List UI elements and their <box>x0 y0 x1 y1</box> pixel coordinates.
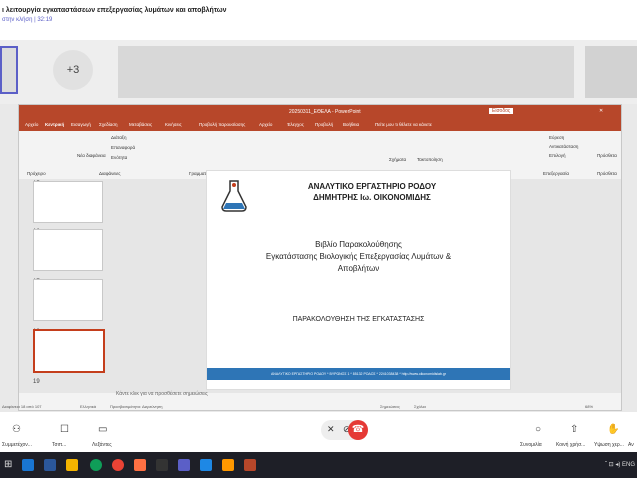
slide-counter: Διαφάνεια 18 από 107 <box>2 404 42 409</box>
section-button[interactable]: Ενότητα <box>111 155 127 160</box>
leave-call-button[interactable]: ☎ <box>348 420 368 440</box>
tab-design[interactable]: Σχεδίαση <box>99 122 118 127</box>
select-button[interactable]: Επιλογή <box>549 153 566 158</box>
slide-thumbnail[interactable] <box>33 181 103 223</box>
lab-logo-icon <box>219 179 249 213</box>
app2-icon[interactable] <box>222 459 234 471</box>
people-label: Συμμετέχον... <box>2 442 32 448</box>
zoom-level[interactable]: 68% <box>585 404 593 409</box>
reset-button[interactable]: Επαναφορά <box>111 145 135 150</box>
extra-participants-button[interactable]: +3 <box>53 50 93 90</box>
notes-placeholder[interactable]: Κάντε κλικ για να προσθέσετε σημειώσεις <box>116 391 602 401</box>
tab-file[interactable]: Αρχείο <box>25 122 38 127</box>
tab-slideshow[interactable]: Προβολή παρουσίασης <box>199 122 245 127</box>
language-indicator[interactable]: Ελληνικά <box>80 404 96 409</box>
captions-label: Λεξάντες <box>92 442 112 448</box>
group-slides: Διαφάνειες <box>99 171 121 176</box>
firefox-icon[interactable] <box>134 459 146 471</box>
slide-footer: ΑΝΑΛΥΤΙΚΟ ΕΡΓΑΣΤΗΡΙΟ ΡΟΔΟΥ * ΒΥΡΩΝΟΣ 1 *… <box>207 368 510 380</box>
chat-icon[interactable]: ☐ <box>60 424 69 435</box>
slide-thumbnail[interactable] <box>33 229 103 271</box>
explorer-icon[interactable] <box>22 459 34 471</box>
shapes-button[interactable]: Σχήματα <box>389 157 406 162</box>
lab-name: ΑΝΑΛΥΤΙΚΟ ΕΡΓΑΣΤΗΡΙΟ ΡΟΔΟΥ ΔΗΜΗΤΡΗΣ Ιω. … <box>262 181 482 203</box>
close-icon[interactable]: ✕ <box>599 108 603 114</box>
raise-hand-label: Υψωση χερ... <box>594 442 624 448</box>
windows-taskbar: ⊞ ˆ ⊡ ◂) ENG <box>0 452 637 478</box>
self-video-tile[interactable] <box>0 46 18 94</box>
tab-view[interactable]: Προβολή <box>315 122 333 127</box>
participant-video-tile <box>585 46 637 98</box>
new-slide-button[interactable]: Νέα διαφάνεια <box>77 153 106 158</box>
captions-icon[interactable]: ▭ <box>98 424 107 435</box>
arrange-button[interactable]: Τακτοποίηση <box>417 157 443 162</box>
word-icon[interactable] <box>44 459 56 471</box>
lab-name-line1: ΑΝΑΛΥΤΙΚΟ ΕΡΓΑΣΤΗΡΙΟ ΡΟΔΟΥ <box>307 182 437 191</box>
tab-insert[interactable]: Εισαγωγή <box>71 122 91 127</box>
meeting-title: ι λειτουργία εγκαταστάσεων επεξεργασίας … <box>2 7 227 14</box>
ribbon-tabs: Αρχείο Κεντρική Εισαγωγή Σχεδίαση Μεταβά… <box>19 119 621 131</box>
notes-toggle[interactable]: Σημειώσεις <box>380 404 400 409</box>
replace-button[interactable]: Αντικατάσταση <box>549 144 578 149</box>
outlook-icon[interactable] <box>66 459 78 471</box>
book-title-line1: Βιβλίο Παρακολούθησης <box>315 240 402 249</box>
meeting-status: στην κλήση | 32:19 <box>2 17 53 23</box>
accessibility-status[interactable]: Προσβασιμότητα: Διερεύνηση <box>110 404 162 409</box>
group-clipboard: Πρόχειρο <box>27 171 46 176</box>
book-title: Βιβλίο Παρακολούθησης Εγκατάστασης Βιολο… <box>217 239 500 275</box>
thumb-number: 19 <box>33 379 40 385</box>
meeting-header: ι λειτουργία εγκαταστάσεων επεξεργασίας … <box>0 0 637 40</box>
more-label: Αν <box>628 442 634 448</box>
share-icon[interactable]: ⇧ <box>570 424 578 435</box>
app-icon[interactable] <box>156 459 168 471</box>
monitoring-heading: ΠΑΡΑΚΟΛΟΥΘΗΣΗ ΤΗΣ ΕΓΚΑΤΑΣΤΑΣΗΣ <box>292 316 425 323</box>
mic-muted-icon[interactable]: ✕ <box>327 424 335 435</box>
tab-home[interactable]: Κεντρική <box>45 122 64 127</box>
tab-transitions[interactable]: Μεταβάσεις <box>129 122 152 127</box>
find-button[interactable]: Εύρεση <box>549 135 564 140</box>
signin-button[interactable]: Είσοδος <box>489 108 514 114</box>
ppt-status-bar: Διαφάνεια 18 από 107 Ελληνικά Προσβασιμό… <box>0 404 602 411</box>
skype-icon[interactable] <box>200 459 212 471</box>
tab-record[interactable]: Αρχείο <box>259 122 272 127</box>
conversation-label: Συνομιλία <box>520 442 542 448</box>
tab-review[interactable]: Έλεγχος <box>287 122 304 127</box>
tab-help[interactable]: Βοήθεια <box>343 122 359 127</box>
tell-me-search[interactable]: Πείτε μου τι θέλετε να κάνετε <box>375 122 432 127</box>
group-addins: Πρόσθετα <box>597 171 617 176</box>
participant-video-tiles <box>118 46 574 98</box>
book-title-line3: Αποβλήτων <box>337 264 380 273</box>
slide-thumbnails-pane: 15 16 17 18 19 <box>19 179 122 393</box>
ppt-doc-title: 20250311_ΕΘΕΛΑ - PowerPoint <box>289 109 361 115</box>
share-label: Κοινή χρήσ... <box>556 442 586 448</box>
system-tray[interactable]: ˆ ⊡ ◂) ENG <box>605 461 635 468</box>
layout-button[interactable]: Διάταξη <box>111 135 126 140</box>
people-icon[interactable]: ⚇ <box>12 424 21 435</box>
chat-label: Τσιπ... <box>52 442 67 448</box>
group-editing: Επεξεργασία <box>543 171 569 176</box>
raise-hand-icon[interactable]: ✋ <box>607 424 619 435</box>
slide-thumbnail[interactable] <box>33 279 103 321</box>
lab-name-line2: ΔΗΜΗΤΡΗΣ Ιω. ΟΙΚΟΝΟΜΙΔΗΣ <box>313 193 431 202</box>
edge-icon[interactable] <box>90 459 102 471</box>
tab-animations[interactable]: Κινήσεις <box>165 122 182 127</box>
chrome-icon[interactable] <box>112 459 124 471</box>
addins-button[interactable]: Πρόσθετα <box>597 153 617 158</box>
chat-bubble-icon[interactable]: ○ <box>535 424 541 435</box>
comments-toggle[interactable]: Σχόλια <box>414 404 426 409</box>
book-title-line2: Εγκατάστασης Βιολογικής Επεξεργασίας Λυμ… <box>265 252 452 261</box>
ppt-title-bar: 20250311_ΕΘΕΛΑ - PowerPoint Είσοδος ✕ <box>19 105 621 119</box>
current-slide[interactable]: ΑΝΑΛΥΤΙΚΟ ΕΡΓΑΣΤΗΡΙΟ ΡΟΔΟΥ ΔΗΜΗΤΡΗΣ Ιω. … <box>206 170 511 390</box>
powerpoint-icon[interactable] <box>244 459 256 471</box>
slide-thumbnail-selected[interactable] <box>33 329 105 373</box>
start-icon[interactable]: ⊞ <box>4 459 16 471</box>
teams-icon[interactable] <box>178 459 190 471</box>
call-controls: ⚇ Συμμετέχον... ☐ Τσιπ... ▭ Λεξάντες ○ Σ… <box>0 412 637 452</box>
